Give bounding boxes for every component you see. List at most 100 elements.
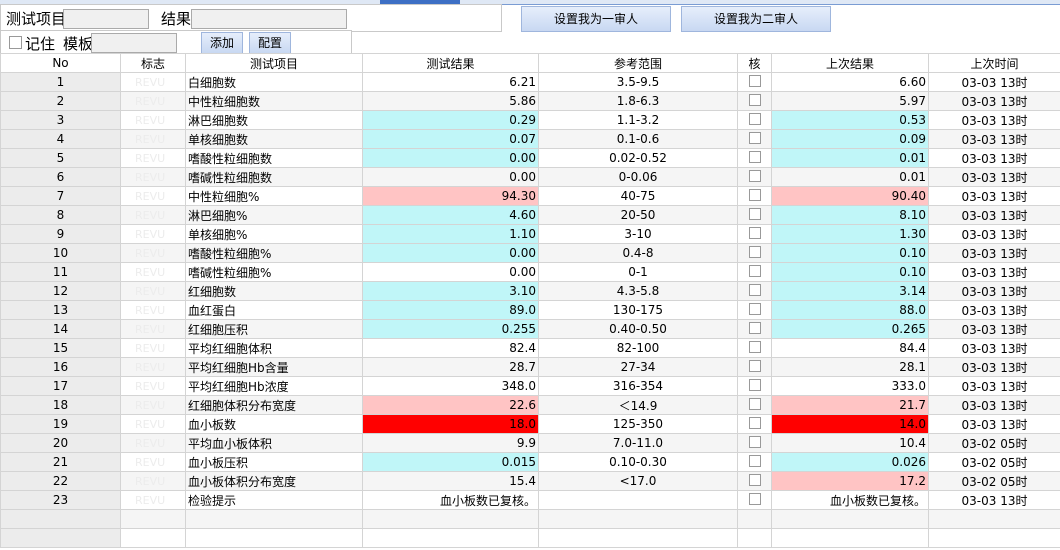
check-checkbox[interactable] [748, 340, 761, 353]
check-checkbox[interactable] [748, 226, 761, 239]
check-checkbox[interactable] [748, 131, 761, 144]
set-first-reviewer-button[interactable]: 设置我为一审人 [521, 6, 671, 32]
check-checkbox[interactable] [748, 454, 761, 467]
last-time-cell: 03-03 13时 [928, 224, 1060, 244]
reference-range-cell: 3-10 [538, 224, 738, 244]
table-row[interactable]: 16 REVU 平均红细胞Hb含量 28.7 27-34 28.1 03-03 13时 [0, 357, 1060, 377]
check-checkbox[interactable] [748, 112, 761, 125]
check-checkbox[interactable] [748, 207, 761, 220]
test-item-cell: 血红蛋白 [185, 300, 363, 320]
table-row[interactable]: 7 REVU 中性粒细胞% 94.30 40-75 90.40 03-03 13时 [0, 186, 1060, 206]
row-number: 2 [0, 91, 121, 111]
last-result-cell: 0.265 [771, 319, 929, 339]
row-number: 14 [0, 319, 121, 339]
empty-cell [120, 528, 186, 548]
table-row[interactable]: 23 REVU 检验提示 血小板数已复核。 血小板数已复核。 03-03 13时 [0, 490, 1060, 510]
table-row[interactable]: 18 REVU 红细胞体积分布宽度 22.6 ＜14.9 21.7 03-03 13时 [0, 395, 1060, 415]
last-result-cell: 6.60 [771, 72, 929, 92]
col-range-header[interactable]: 参考范围 [538, 53, 738, 73]
check-cell [737, 72, 772, 92]
row-number: 17 [0, 376, 121, 396]
check-checkbox[interactable] [748, 264, 761, 277]
table-row[interactable]: 20 REVU 平均血小板体积 9.9 7.0-11.0 10.4 03-02 05时 [0, 433, 1060, 453]
table-row[interactable]: 14 REVU 红细胞压积 0.255 0.40-0.50 0.265 03-03 13时 [0, 319, 1060, 339]
check-checkbox[interactable] [748, 283, 761, 296]
check-checkbox[interactable] [748, 245, 761, 258]
table-header: No 标志 测试项目 测试结果 参考范围核上次结果 上次时间 [0, 53, 1060, 73]
table-row[interactable]: 2 REVU 中性粒细胞数 5.86 1.8-6.3 5.97 03-03 13时 [0, 91, 1060, 111]
check-cell [737, 376, 772, 396]
table-row[interactable]: 19 REVU 血小板数 18.0 125-350 14.0 03-03 13时 [0, 414, 1060, 434]
last-time-cell: 03-03 13时 [928, 129, 1060, 149]
check-checkbox[interactable] [748, 492, 761, 505]
table-row[interactable]: 21 REVU 血小板压积 0.015 0.10-0.30 0.026 03-02 05时 [0, 452, 1060, 472]
col-no-header[interactable]: No [0, 53, 121, 73]
template-input[interactable] [91, 33, 177, 53]
reference-range-cell: 0.1-0.6 [538, 129, 738, 149]
check-checkbox[interactable] [748, 150, 761, 163]
remember-checkbox[interactable] [9, 36, 22, 49]
table-row[interactable]: 8 REVU 淋巴细胞% 4.60 20-50 8.10 03-03 13时 [0, 205, 1060, 225]
row-number: 11 [0, 262, 121, 282]
check-checkbox[interactable] [748, 302, 761, 315]
flag-cell: REVU [120, 376, 186, 396]
check-checkbox[interactable] [748, 93, 761, 106]
check-cell [737, 414, 772, 434]
result-cell: 6.21 [362, 72, 539, 92]
check-cell [737, 148, 772, 168]
table-row[interactable]: 9 REVU 单核细胞% 1.10 3-10 1.30 03-03 13时 [0, 224, 1060, 244]
reference-range-cell [538, 490, 738, 510]
check-checkbox[interactable] [748, 378, 761, 391]
col-last-time-header[interactable]: 上次时间 [928, 53, 1060, 73]
col-test-item-header[interactable]: 测试项目 [185, 53, 363, 73]
check-checkbox[interactable] [748, 416, 761, 429]
result-input[interactable] [191, 9, 347, 29]
set-second-reviewer-button[interactable]: 设置我为二审人 [681, 6, 831, 32]
table-row[interactable]: 13 REVU 血红蛋白 89.0 130-175 88.0 03-03 13时 [0, 300, 1060, 320]
check-cell [737, 319, 772, 339]
table-row[interactable]: 1 REVU 白细胞数 6.21 3.5-9.5 6.60 03-03 13时 [0, 72, 1060, 92]
result-cell: 94.30 [362, 186, 539, 206]
check-checkbox[interactable] [748, 473, 761, 486]
flag-cell: REVU [120, 243, 186, 263]
table-row[interactable]: 3 REVU 淋巴细胞数 0.29 1.1-3.2 0.53 03-03 13时 [0, 110, 1060, 130]
check-cell [737, 224, 772, 244]
test-item-cell: 中性粒细胞数 [185, 91, 363, 111]
table-row[interactable]: 11 REVU 嗜碱性粒细胞% 0.00 0-1 0.10 03-03 13时 [0, 262, 1060, 282]
col-result-header[interactable]: 测试结果 [362, 53, 539, 73]
table-row[interactable]: 22 REVU 血小板体积分布宽度 15.4 <17.0 17.2 03-02 05时 [0, 471, 1060, 491]
check-checkbox[interactable] [748, 321, 761, 334]
col-flag-header[interactable]: 标志 [120, 53, 186, 73]
table-row[interactable]: 4 REVU 单核细胞数 0.07 0.1-0.6 0.09 03-03 13时 [0, 129, 1060, 149]
test-item-input[interactable] [63, 9, 149, 29]
add-button[interactable]: 添加 [201, 32, 243, 54]
check-checkbox[interactable] [748, 397, 761, 410]
table-row[interactable]: 10 REVU 嗜酸性粒细胞% 0.00 0.4-8 0.10 03-03 13时 [0, 243, 1060, 263]
col-last-result-header[interactable]: 上次结果 [771, 53, 929, 73]
check-checkbox[interactable] [748, 169, 761, 182]
table-row[interactable]: 15 REVU 平均红细胞体积 82.4 82-100 84.4 03-03 13时 [0, 338, 1060, 358]
result-cell: 0.00 [362, 262, 539, 282]
check-checkbox[interactable] [748, 435, 761, 448]
col-check-header[interactable]: 核 [737, 53, 772, 73]
check-cell [737, 471, 772, 491]
check-checkbox[interactable] [748, 359, 761, 372]
last-result-cell: 0.01 [771, 167, 929, 187]
table-row[interactable]: 5 REVU 嗜酸性粒细胞数 0.00 0.02-0.52 0.01 03-03 13时 [0, 148, 1060, 168]
last-time-cell: 03-03 13时 [928, 490, 1060, 510]
table-row[interactable]: 17 REVU 平均红细胞Hb浓度 348.0 316-354 333.0 03-03 13… [0, 376, 1060, 396]
last-result-cell: 0.01 [771, 148, 929, 168]
last-time-cell: 03-03 13时 [928, 186, 1060, 206]
row-number: 16 [0, 357, 121, 377]
table-row[interactable]: 12 REVU 红细胞数 3.10 4.3-5.8 3.14 03-03 13时 [0, 281, 1060, 301]
check-cell [737, 281, 772, 301]
test-item-cell: 红细胞体积分布宽度 [185, 395, 363, 415]
reference-range-cell: 125-350 [538, 414, 738, 434]
check-checkbox[interactable] [748, 74, 761, 87]
table-row[interactable]: 6 REVU 嗜碱性粒细胞数 0.00 0-0.06 0.01 03-03 13时 [0, 167, 1060, 187]
config-button[interactable]: 配置 [249, 32, 291, 54]
row-number: 18 [0, 395, 121, 415]
check-checkbox[interactable] [748, 188, 761, 201]
result-cell: 348.0 [362, 376, 539, 396]
result-cell: 28.7 [362, 357, 539, 377]
